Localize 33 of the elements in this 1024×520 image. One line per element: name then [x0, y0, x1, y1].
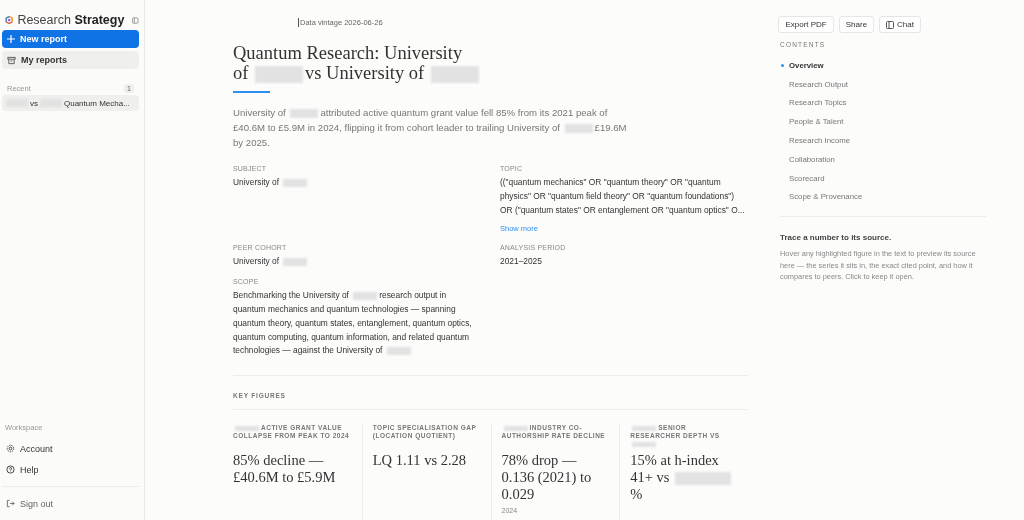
sign-out-link[interactable]: Sign out	[2, 493, 139, 514]
my-reports-button[interactable]: My reports	[2, 51, 139, 69]
sidebar-toggle-icon[interactable]	[132, 14, 139, 26]
archive-icon	[7, 55, 16, 65]
report-title: Quantum Research: University of vs University of	[233, 43, 513, 84]
workspace-item[interactable]: Help	[2, 459, 139, 480]
help-icon	[6, 465, 15, 474]
workspace-item-label: Account	[20, 443, 53, 454]
recent-report-item[interactable]: vs Quantum Mecha...	[2, 95, 139, 111]
chat-panel-icon	[886, 20, 895, 29]
meta-value: (("quantum mechanics" OR "quantum theory" OR "quantum physics" OR "quantum field theory" OR "quantum foundations") OR ("quantum states" OR entanglement OR "quantum optics" O...	[500, 176, 746, 217]
workspace-item-label: Help	[20, 464, 39, 475]
figure-value: LQ 1.11 vs 2.28	[372, 452, 468, 470]
title-accent-rule	[233, 91, 270, 94]
plus-icon	[7, 35, 15, 43]
toolbar-button[interactable]: Share	[838, 16, 875, 33]
new-report-button[interactable]: New report	[2, 30, 139, 48]
sign-out-icon	[6, 499, 15, 508]
workspace-item[interactable]: Account	[2, 438, 139, 459]
meta-value: University of	[233, 176, 481, 190]
report-summary: University of attributed active quantum grant value fell 85% from its 2021 peak of £40.6M to £5.9M in 2024, flipping it from cohort leader to trailing University of £19.6M by 2025.	[233, 106, 628, 151]
trace-title: Trace a number to its source.	[780, 233, 893, 243]
toolbar-button[interactable]: Chat	[879, 16, 921, 33]
meta-value: University of	[233, 255, 481, 270]
figure-value: 15% at h-index 41+ vs %	[630, 452, 738, 504]
gear-icon	[6, 444, 15, 453]
meta-value: Benchmarking the University of research output in quantum mechanics and quantum technologies — spanning quantum theory, quantum states, entanglement, quantum optics, quantum computing, quantum information, and related quantum technologies — against the University of	[233, 289, 473, 358]
figure-value: 78% drop — 0.136 (2021) to 0.029	[501, 452, 593, 504]
meta-value: 2021–2025	[500, 255, 543, 269]
toolbar-button[interactable]: Export PDF	[778, 16, 834, 33]
figure-value: 85% decline — £40.6M to £5.9M	[233, 452, 337, 487]
app-title: Research Strategy	[17, 13, 125, 27]
logo-icon	[5, 13, 14, 27]
